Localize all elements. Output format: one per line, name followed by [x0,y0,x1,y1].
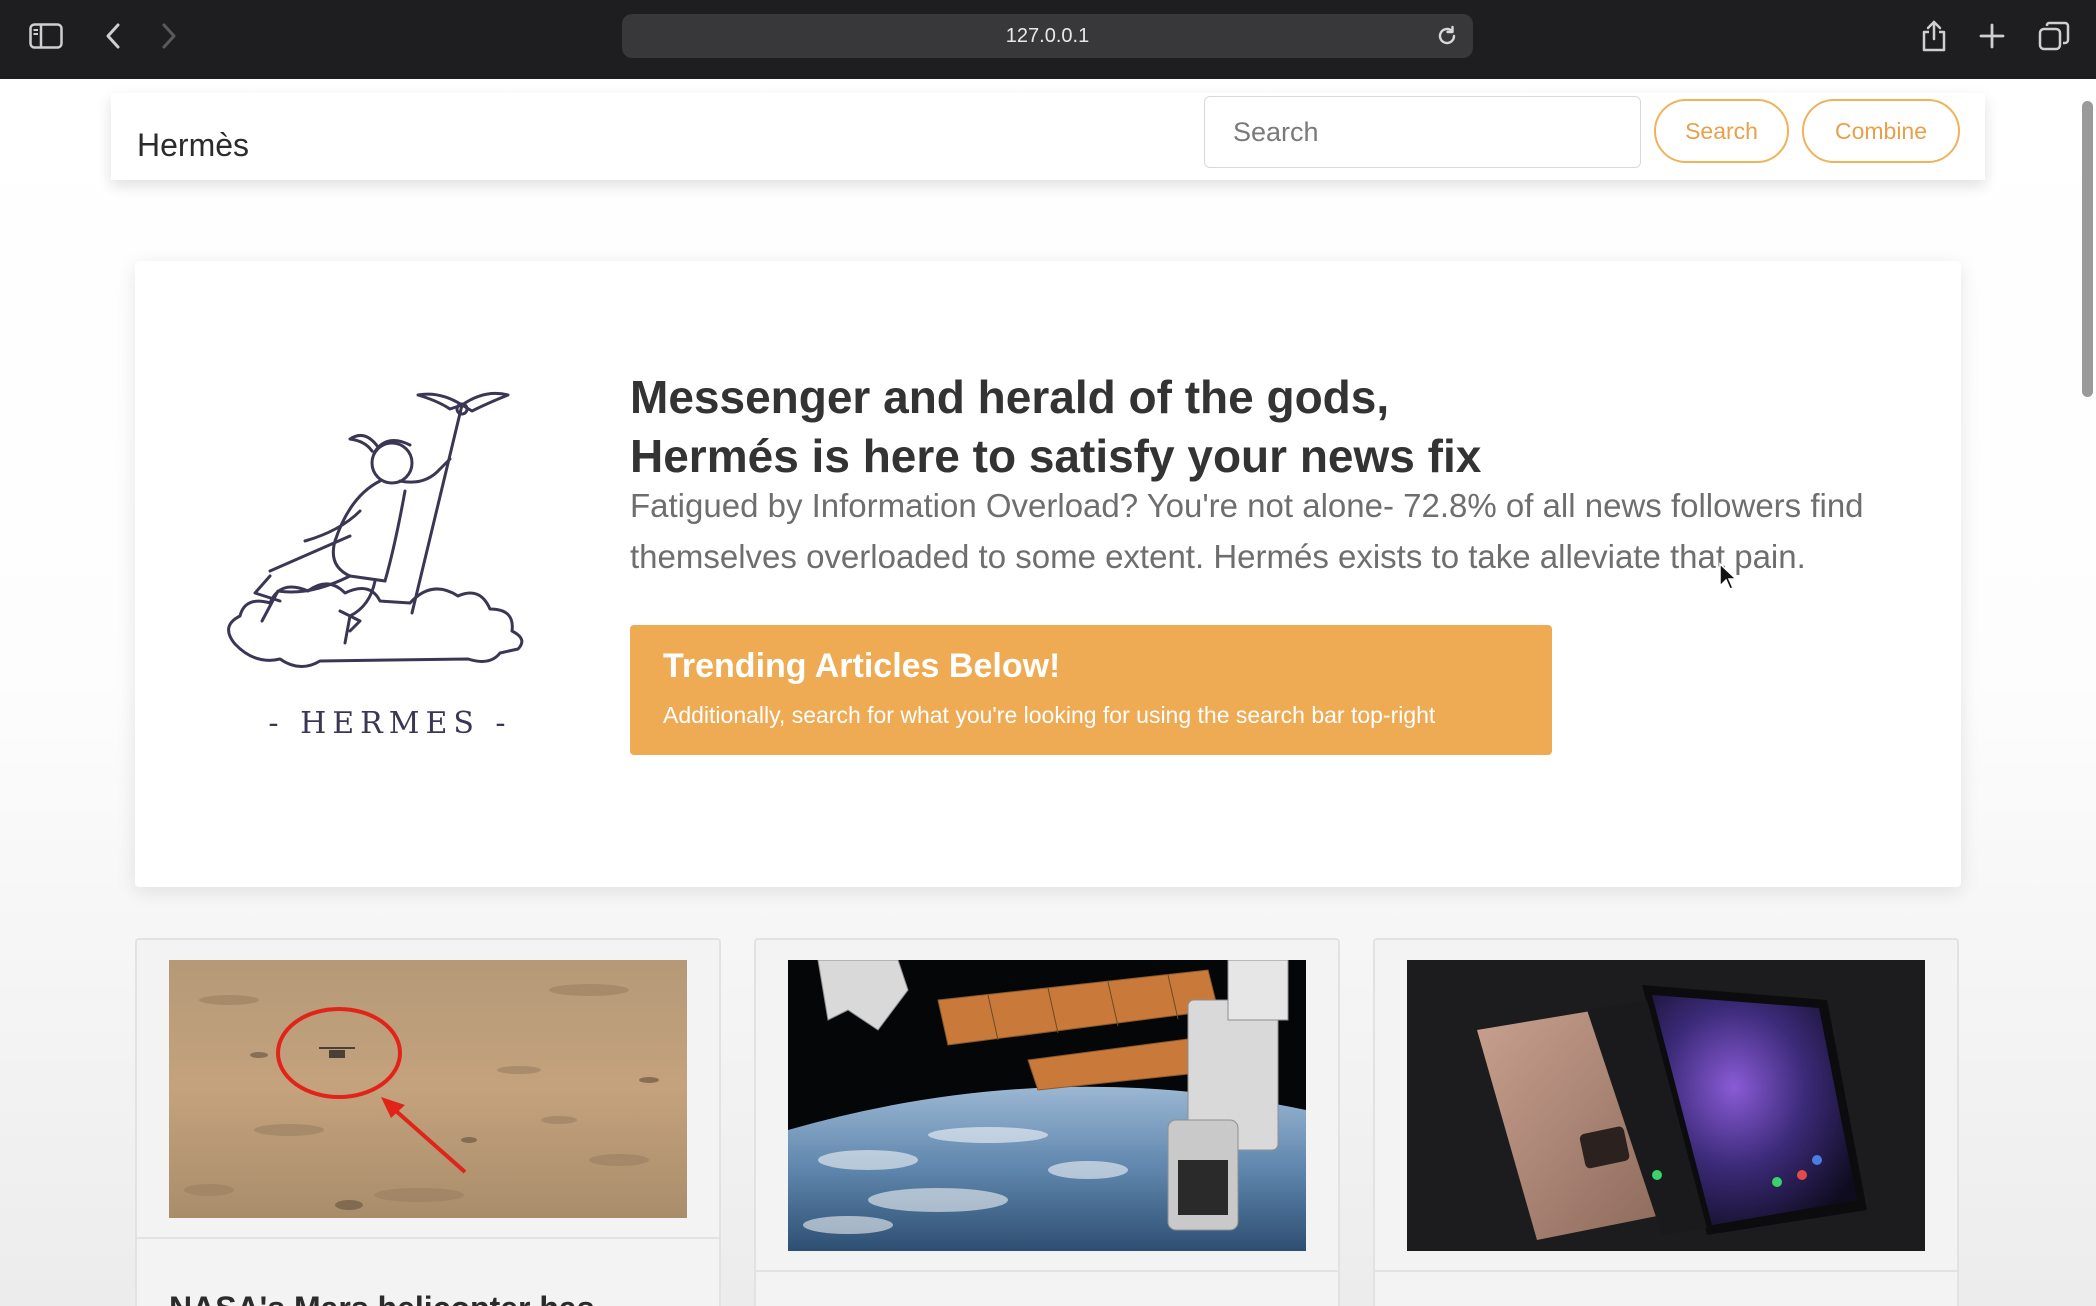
back-arrow-icon[interactable] [91,16,135,56]
article-card[interactable] [754,938,1340,1306]
share-icon[interactable] [1912,16,1956,56]
trending-callout-title: Trending Articles Below! [663,647,1061,685]
hermes-logo: - HERMES - [227,391,524,741]
page-viewport: Hermès Search Combine [0,79,2096,1306]
tab-overview-icon[interactable] [2032,16,2076,56]
combine-button[interactable]: Combine [1802,99,1960,163]
hero-title-line-1: Messenger and herald of the gods, [630,371,1390,423]
article-card[interactable] [1373,938,1959,1306]
reload-icon[interactable] [1435,24,1459,48]
foldable-phone-photo[interactable] [1407,960,1925,1251]
scrollbar-thumb[interactable] [2082,101,2093,397]
page-scrollbar[interactable] [2078,79,2096,1306]
site-navbar: Hermès Search Combine [111,93,1985,180]
search-input[interactable] [1204,96,1641,168]
article-title[interactable]: NASA's Mars helicopter has [169,1290,595,1306]
site-brand[interactable]: Hermès [137,127,249,164]
browser-toolbar: 127.0.0.1 [0,0,2096,79]
trending-callout: Trending Articles Below! Additionally, s… [630,625,1552,755]
article-card[interactable]: NASA's Mars helicopter has [135,938,721,1306]
search-button[interactable]: Search [1654,99,1789,163]
url-text: 127.0.0.1 [1005,25,1090,47]
hero-card: - HERMES - Messenger and herald of the g… [135,261,1961,887]
mars-helicopter-photo[interactable] [169,960,687,1218]
card-divider [756,1270,1338,1272]
logo-wordmark: - HERMES - [268,706,511,741]
space-station-earth-photo[interactable] [788,960,1306,1251]
new-tab-plus-icon[interactable] [1970,16,2014,56]
card-divider [137,1237,719,1239]
forward-arrow-icon[interactable] [147,16,191,56]
sidebar-icon[interactable] [24,16,68,56]
hero-title: Messenger and herald of the gods, Hermés… [630,368,1890,486]
hero-title-line-2: Hermés is here to satisfy your news fix [630,430,1482,482]
card-divider [1375,1270,1957,1272]
mouse-pointer-icon [1719,562,1738,590]
address-bar[interactable]: 127.0.0.1 [622,14,1473,58]
trending-callout-text: Additionally, search for what you're loo… [663,702,1436,728]
